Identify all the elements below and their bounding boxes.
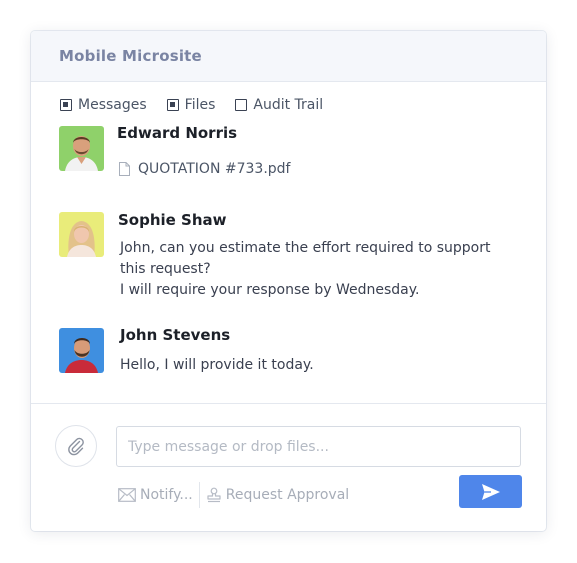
message-body: Hello, I will provide it today. xyxy=(120,355,314,376)
avatar xyxy=(59,328,104,373)
message-body: John, can you estimate the effort requir… xyxy=(120,238,490,301)
messages-checkbox[interactable] xyxy=(60,99,72,111)
send-icon xyxy=(481,483,501,501)
message-line: I will require your response by Wednesda… xyxy=(120,282,420,298)
stamp-icon xyxy=(206,487,226,503)
composer-actions: Notify... Request Approval xyxy=(118,482,349,508)
message-author: Sophie Shaw xyxy=(118,211,227,229)
message-line: Hello, I will provide it today. xyxy=(120,357,314,373)
filter-label: Audit Trail xyxy=(253,97,324,113)
filter-messages[interactable]: Messages xyxy=(60,97,147,113)
filter-files[interactable]: Files xyxy=(166,97,216,113)
avatar xyxy=(59,212,104,257)
message-input[interactable] xyxy=(116,426,521,467)
audit-trail-checkbox[interactable] xyxy=(235,99,248,111)
message-line: this request? xyxy=(120,261,211,277)
request-approval-button[interactable]: Request Approval xyxy=(206,487,349,503)
file-attachment[interactable]: QUOTATION #733.pdf xyxy=(119,161,290,177)
message-author: Edward Norris xyxy=(117,124,238,142)
file-icon xyxy=(119,162,130,176)
message-line: John, can you estimate the effort requir… xyxy=(120,240,491,256)
notify-button[interactable]: Notify... xyxy=(118,487,193,503)
action-divider xyxy=(198,482,200,508)
attachment-filename: QUOTATION #733.pdf xyxy=(138,161,291,177)
envelope-icon xyxy=(118,488,140,502)
paperclip-icon xyxy=(66,436,86,456)
filter-audit-trail[interactable]: Audit Trail xyxy=(235,97,323,113)
avatar xyxy=(59,126,104,171)
card-header: Mobile Microsite xyxy=(31,31,546,82)
filter-label: Files xyxy=(184,97,216,113)
send-button[interactable] xyxy=(459,475,522,508)
chat-card: Mobile Microsite Messages Files Audit Tr… xyxy=(31,31,546,531)
composer-divider xyxy=(31,403,546,404)
notify-label: Notify... xyxy=(140,487,193,503)
files-checkbox[interactable] xyxy=(166,99,179,111)
attach-file-button[interactable] xyxy=(55,425,97,467)
page-title: Mobile Microsite xyxy=(59,47,202,65)
filter-bar: Messages Files Audit Trail xyxy=(60,97,343,113)
filter-label: Messages xyxy=(78,97,147,113)
message-author: John Stevens xyxy=(120,326,231,344)
request-approval-label: Request Approval xyxy=(225,487,350,503)
